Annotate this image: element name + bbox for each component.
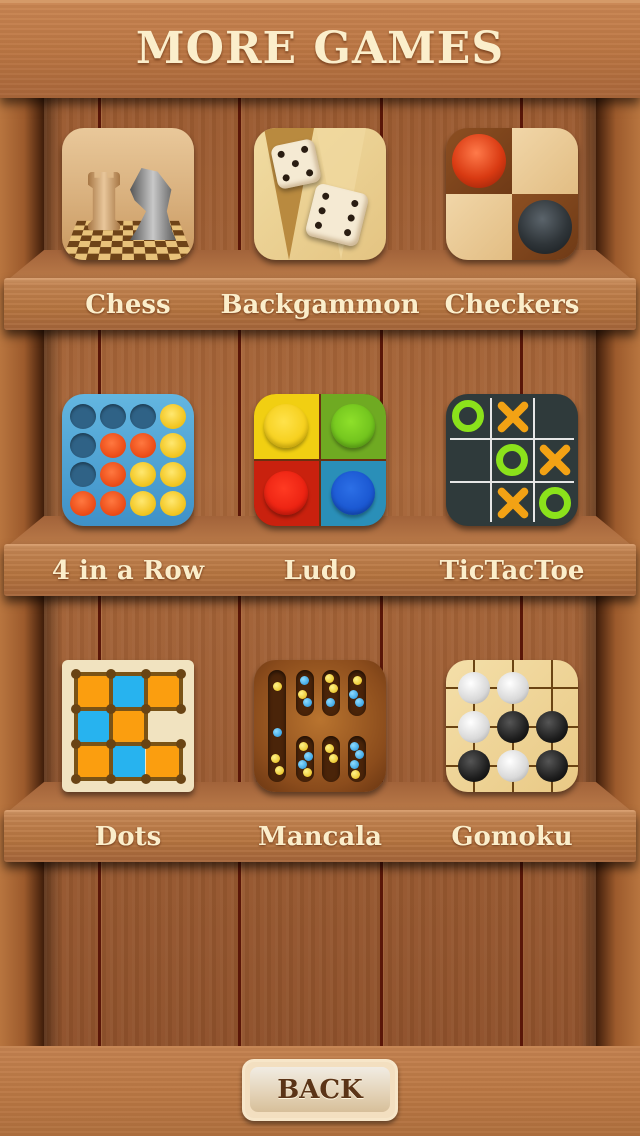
ludo-icon[interactable] <box>254 394 386 526</box>
checkers-icon[interactable] <box>446 128 578 260</box>
game-mancala[interactable]: Mancala <box>225 660 415 852</box>
backgammon-icon[interactable] <box>254 128 386 260</box>
game-label[interactable]: Gomoku <box>397 822 627 852</box>
back-button-label[interactable]: BACK <box>250 1067 390 1112</box>
header-board: MORE GAMES <box>0 0 640 98</box>
dots-icon[interactable] <box>62 660 194 792</box>
game-checkers[interactable]: Checkers <box>417 128 607 320</box>
tictactoe-icon[interactable] <box>446 394 578 526</box>
game-tictactoe[interactable]: TicTacToe <box>417 394 607 586</box>
game-four-in-a-row[interactable]: 4 in a Row <box>33 394 223 586</box>
gomoku-icon[interactable] <box>446 660 578 792</box>
game-dots[interactable]: Dots <box>33 660 223 852</box>
back-button[interactable]: BACK <box>242 1059 398 1121</box>
four-in-a-row-icon[interactable] <box>62 394 194 526</box>
game-chess[interactable]: Chess <box>33 128 223 320</box>
page-title: MORE GAMES <box>135 23 505 74</box>
game-gomoku[interactable]: Gomoku <box>417 660 607 852</box>
game-label[interactable]: Checkers <box>397 290 627 320</box>
game-backgammon[interactable]: Backgammon <box>221 128 419 320</box>
chess-icon[interactable] <box>62 128 194 260</box>
game-ludo[interactable]: Ludo <box>225 394 415 586</box>
game-label[interactable]: TicTacToe <box>397 556 627 586</box>
mancala-icon[interactable] <box>254 660 386 792</box>
footer-board: BACK <box>0 1046 640 1136</box>
